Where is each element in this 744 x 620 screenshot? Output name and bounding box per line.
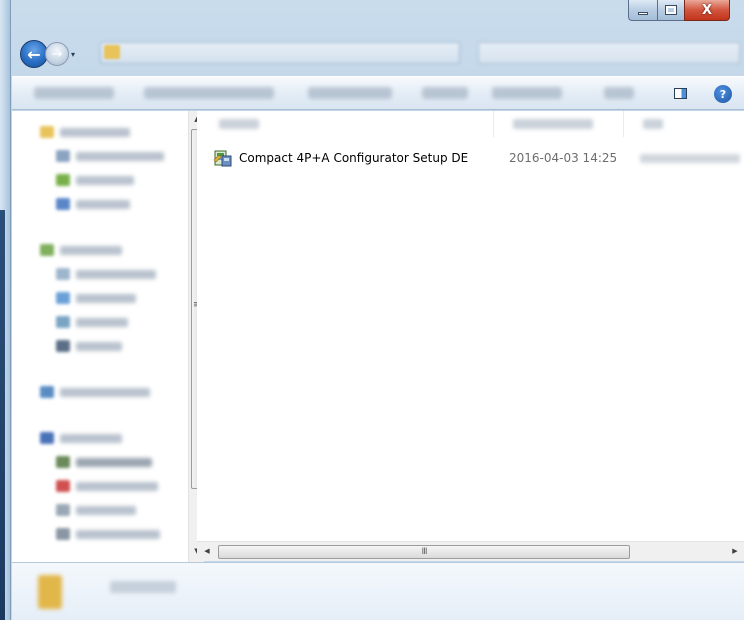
file-list: Compact 4P+A Configurator Setup DE 2016-… — [197, 111, 744, 541]
nav-item[interactable] — [56, 149, 164, 163]
folder-icon — [56, 174, 70, 186]
nav-item[interactable] — [56, 315, 128, 329]
minimize-icon — [638, 11, 648, 15]
maximize-button[interactable] — [657, 0, 684, 21]
caption-buttons: X — [628, 0, 730, 22]
installer-icon — [213, 148, 233, 168]
nav-item[interactable] — [40, 125, 130, 139]
drive-icon — [56, 456, 70, 468]
folder-icon — [56, 340, 70, 352]
nav-item[interactable] — [40, 431, 122, 445]
nav-item[interactable] — [56, 479, 158, 493]
minimize-button[interactable] — [628, 0, 657, 21]
nav-item[interactable] — [56, 173, 134, 187]
toolbar-button-include[interactable] — [144, 87, 274, 99]
file-row[interactable]: Compact 4P+A Configurator Setup DE 2016-… — [213, 147, 744, 169]
details-pane — [12, 562, 744, 620]
nav-item[interactable] — [56, 527, 160, 541]
column-header-name[interactable] — [219, 119, 259, 129]
computer-icon — [40, 432, 54, 444]
folder-icon — [56, 198, 70, 210]
file-type — [640, 154, 740, 163]
navigation-pane: ▲ ≡ ▼ — [12, 111, 204, 562]
close-button[interactable]: X — [684, 0, 730, 21]
address-bar[interactable] — [100, 42, 460, 64]
folder-icon — [56, 150, 70, 162]
maximize-icon — [665, 5, 677, 15]
close-icon: X — [701, 2, 713, 18]
preview-pane-button[interactable] — [671, 85, 689, 101]
nav-item[interactable] — [56, 267, 156, 281]
drive-icon — [56, 504, 70, 516]
toolbar-button-share[interactable] — [308, 87, 392, 99]
preview-pane-icon — [673, 87, 687, 99]
back-arrow-icon: ← — [27, 44, 41, 64]
file-date-modified: 2016-04-03 14:25 — [509, 151, 618, 165]
background-window-edge — [0, 210, 5, 620]
search-input[interactable] — [478, 42, 740, 64]
folder-icon — [104, 45, 120, 59]
forward-arrow-icon: → — [51, 46, 63, 62]
column-header-type[interactable] — [643, 119, 663, 129]
star-icon — [40, 126, 54, 138]
folder-icon — [38, 575, 62, 609]
horizontal-scroll-thumb[interactable]: III — [218, 545, 630, 559]
nav-item[interactable] — [40, 243, 122, 257]
nav-item[interactable] — [56, 503, 136, 517]
toolbar-button-views[interactable] — [604, 87, 634, 99]
details-item-count — [110, 581, 176, 593]
nav-item[interactable] — [56, 455, 152, 469]
nav-item[interactable] — [40, 385, 150, 399]
chevron-down-icon: ▾ — [71, 49, 76, 59]
help-icon: ? — [719, 87, 727, 101]
toolbar-button-new-folder[interactable] — [492, 87, 562, 99]
drive-icon — [56, 480, 70, 492]
forward-button[interactable]: → — [45, 42, 69, 66]
drive-icon — [56, 528, 70, 540]
nav-item[interactable] — [56, 197, 130, 211]
navigation-buttons: ← → ▾ — [20, 38, 81, 70]
nav-item[interactable] — [56, 291, 136, 305]
toolbar-button-organize[interactable] — [34, 87, 114, 99]
file-name: Compact 4P+A Configurator Setup DE — [239, 151, 469, 165]
library-icon — [40, 244, 54, 256]
grip-icon: III — [421, 547, 428, 557]
recent-pages-dropdown[interactable]: ▾ — [71, 50, 81, 59]
help-button[interactable]: ? — [714, 85, 732, 103]
nav-item[interactable] — [56, 339, 122, 353]
network-icon — [40, 386, 54, 398]
folder-icon — [56, 316, 70, 328]
toolbar-button-burn[interactable] — [422, 87, 468, 99]
column-header-date-modified[interactable] — [513, 119, 593, 129]
scroll-left-icon[interactable]: ◀ — [199, 547, 215, 555]
folder-icon — [56, 268, 70, 280]
scroll-right-icon[interactable]: ▶ — [727, 547, 743, 555]
command-bar: ? — [12, 76, 744, 110]
file-list-horizontal-scrollbar[interactable]: ◀ III ▶ — [197, 541, 744, 561]
back-button[interactable]: ← — [20, 40, 48, 68]
folder-icon — [56, 292, 70, 304]
